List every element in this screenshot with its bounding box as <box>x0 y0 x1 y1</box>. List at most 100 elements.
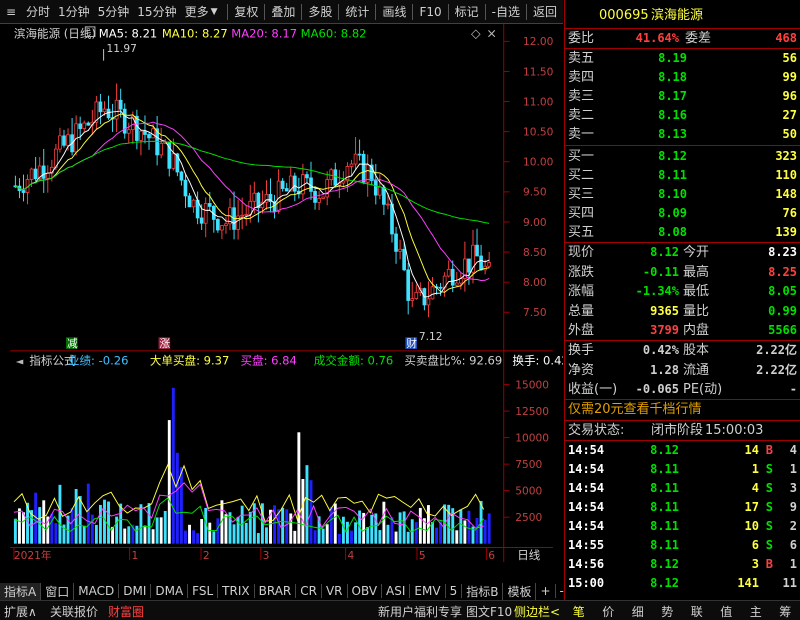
ask-price: 8.16 <box>658 108 687 122</box>
ma-label: MA5: 8.21 <box>99 26 157 40</box>
bid-volume: 139 <box>775 225 797 239</box>
stat-label: 最低 <box>683 284 710 300</box>
fin-value: -0.065 <box>635 382 679 396</box>
bid-volume: 148 <box>775 187 797 201</box>
price-axis-label: 9.50 <box>523 187 547 199</box>
indicator-label: 换手: 0.42 <box>512 353 563 367</box>
f10-button[interactable]: 图文F10 <box>466 603 512 620</box>
tag-zhang: 涨 <box>160 338 171 350</box>
ask-price: 8.13 <box>658 127 687 141</box>
stat-value: 5566 <box>768 323 797 338</box>
quote-tab[interactable]: 筹 <box>771 603 800 620</box>
toolbar-button[interactable]: 叠加 <box>265 3 301 20</box>
tick-volume: 10 <box>744 519 759 533</box>
indicator-tab[interactable]: ASI <box>382 584 411 598</box>
indicator-tab[interactable]: 指标A <box>0 582 42 600</box>
stat-label: 涨幅 <box>568 284 595 300</box>
indicator-tab[interactable]: TRIX <box>218 584 255 598</box>
tick-time: 14:56 <box>568 557 605 571</box>
period-tab[interactable]: 分时 <box>22 3 54 20</box>
status-link[interactable]: 财富圈 <box>108 603 144 620</box>
indicator-tab[interactable]: EMV <box>410 584 446 598</box>
bid-price: 8.12 <box>658 149 687 163</box>
ask-label: 卖四 <box>568 70 595 85</box>
sidebar-button[interactable]: 侧边栏< <box>514 603 560 620</box>
fin-label: 股本 <box>683 343 710 358</box>
menu-icon[interactable]: ≡ <box>0 5 22 19</box>
volume-axis-label: 2500 <box>515 512 542 524</box>
indicator-tab[interactable]: MACD <box>74 584 120 598</box>
toolbar-button[interactable]: 返回 <box>527 3 563 20</box>
promo-link[interactable]: 新用户福利专享 <box>378 603 462 620</box>
trade-status-label: 交易状态: <box>568 423 625 438</box>
stock-name: 滨海能源 <box>651 8 704 23</box>
candlesticks <box>13 83 492 318</box>
low-price-marker: 7.12 <box>419 331 443 343</box>
period-tab[interactable]: 更多 <box>181 3 213 20</box>
tick-price: 8.11 <box>650 500 679 514</box>
toolbar-button[interactable]: 多股 <box>302 3 338 20</box>
stat-value: 8.12 <box>650 245 679 259</box>
indicator-tab[interactable]: OBV <box>348 584 383 598</box>
stat-value: -1.34% <box>635 284 679 299</box>
ask-price: 8.18 <box>658 70 687 84</box>
price-axis-label: 11.50 <box>523 66 554 78</box>
indicator-tab[interactable]: 窗口 <box>41 582 75 600</box>
toolbar-button[interactable]: -自选 <box>486 3 526 20</box>
stat-value: -0.11 <box>642 264 679 279</box>
date-axis-label: 2 <box>203 550 210 562</box>
tick-price: 8.12 <box>650 576 679 590</box>
tick-price: 8.12 <box>650 443 679 457</box>
tick-direction: S <box>765 481 773 495</box>
bid-label: 买二 <box>568 168 595 183</box>
stat-label: 内盘 <box>683 323 710 339</box>
period-tab[interactable]: 15分钟 <box>133 3 180 20</box>
indicator-tab[interactable]: 模板 <box>503 582 537 600</box>
ask-label: 卖三 <box>568 89 595 104</box>
tick-direction: S <box>765 519 773 533</box>
stat-value: 8.23 <box>768 245 797 259</box>
tick-direction: S <box>765 538 773 552</box>
period-tab[interactable]: 5分钟 <box>94 3 134 20</box>
indicator-tab[interactable]: DMA <box>151 584 189 598</box>
chevron-down-icon[interactable]: ▼ <box>211 7 218 17</box>
quote-tab[interactable]: 联 <box>682 603 712 620</box>
toolbar-button[interactable]: 标记 <box>449 3 485 20</box>
quote-tab[interactable]: 笔 <box>564 603 594 620</box>
ma-label: MA10: 8.27 <box>162 26 228 40</box>
indicator-tab[interactable]: + <box>536 584 556 598</box>
ma-label: MA60: 8.82 <box>301 26 367 40</box>
indicator-tab[interactable]: CR <box>296 584 322 598</box>
bid-price: 8.11 <box>658 168 687 182</box>
price-axis-label: 8.50 <box>523 247 547 259</box>
indicator-tab[interactable]: FSL <box>188 584 219 598</box>
status-link[interactable]: 关联报价 <box>50 603 98 620</box>
stat-value: 0.99 <box>768 303 797 318</box>
toolbar-button[interactable]: 统计 <box>339 3 375 20</box>
indicator-tab[interactable]: VR <box>322 584 348 598</box>
quote-tab[interactable]: 势 <box>653 603 683 620</box>
high-price-marker: 11.97 <box>107 43 137 55</box>
indicator-tab[interactable]: 指标B <box>462 582 504 600</box>
promo-banner[interactable]: 仅需20元查看千档行情 <box>568 400 702 419</box>
ask-label: 卖一 <box>568 127 595 142</box>
chart-toolbar: ≡ 分时 1分钟 5分钟 15分钟 更多 ▼ 复权 叠加 多股 统计 画线 F10 标记 -自选 返回 <box>0 0 563 24</box>
quote-tab[interactable]: 价 <box>594 603 624 620</box>
indicator-tab[interactable]: BRAR <box>255 584 297 598</box>
weibi-value: 41.64% <box>635 31 679 45</box>
indicator-tab[interactable]: DMI <box>119 584 152 598</box>
ask-volume: 96 <box>782 89 797 103</box>
tick-time: 14:55 <box>568 538 605 552</box>
period-tab[interactable]: 1分钟 <box>54 3 94 20</box>
status-link[interactable]: 扩展∧ <box>4 603 37 620</box>
indicator-label: 成交金额: 0.76 <box>314 353 393 367</box>
indicator-tab[interactable]: 5 <box>446 584 463 598</box>
quote-tab[interactable]: 细 <box>623 603 653 620</box>
quote-tab[interactable]: 值 <box>712 603 742 620</box>
indicator-label: 大单买盘: 9.37 <box>150 353 229 367</box>
bid-price: 8.10 <box>658 187 687 201</box>
toolbar-button[interactable]: 复权 <box>228 3 264 20</box>
toolbar-button[interactable]: 画线 <box>376 3 412 20</box>
toolbar-button[interactable]: F10 <box>413 5 447 19</box>
quote-tab[interactable]: 主 <box>741 603 771 620</box>
